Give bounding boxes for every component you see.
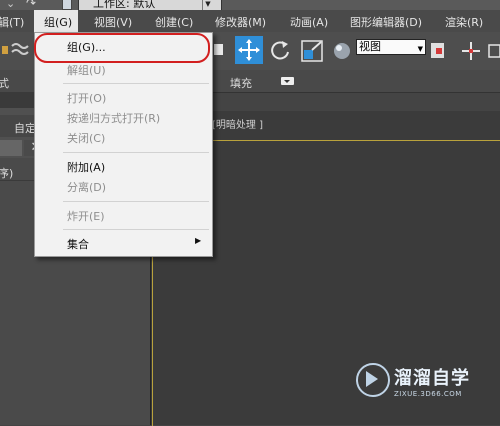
menu-item-detach[interactable]: 分离(D) (67, 179, 106, 195)
menu-create[interactable]: 创建(C) (155, 14, 193, 30)
rotate-icon[interactable] (268, 38, 292, 62)
workspace-selector[interactable]: 工作区: 默认 (78, 0, 222, 10)
menu-rendering[interactable]: 渲染(R) (445, 14, 483, 30)
menu-separator (63, 201, 209, 202)
menu-separator (63, 83, 209, 84)
select-object-icon[interactable] (212, 38, 226, 58)
menu-item-open-recursive[interactable]: 按递归方式打开(R) (67, 110, 160, 126)
undo-icon[interactable]: ⌄ (6, 0, 15, 10)
list-header-sort[interactable]: 序) (0, 165, 13, 181)
group-menu-dropdown: 组(G)... 解组(U) 打开(O) 按递归方式打开(R) 关闭(C) 附加(… (34, 32, 213, 257)
menu-graph-editors[interactable]: 图形编辑器(D) (350, 14, 422, 30)
ribbon-tab-modeling[interactable]: 式 (0, 75, 9, 91)
watermark-url: ZIXUE.3D66.COM (394, 390, 462, 398)
chevron-down-icon[interactable]: ▼ (418, 42, 423, 56)
play-icon (366, 371, 378, 387)
redo-icon[interactable]: ↷ (26, 0, 36, 10)
menu-group[interactable]: 组(G) (34, 10, 78, 32)
menu-view[interactable]: 视图(V) (94, 14, 132, 30)
menu-item-open[interactable]: 打开(O) (67, 90, 106, 106)
chevron-down-icon[interactable]: ▼ (202, 0, 213, 10)
menu-item-close[interactable]: 关闭(C) (67, 130, 105, 146)
reference-coordinate-select[interactable]: 视图 ▼ (356, 39, 426, 55)
pivot-icon[interactable] (428, 40, 450, 62)
file-icon[interactable] (62, 0, 72, 10)
watermark-title: 溜溜自学 (394, 368, 470, 389)
link-icon[interactable] (0, 40, 30, 60)
reference-coordinate-value: 视图 (359, 40, 381, 53)
menu-modifiers[interactable]: 修改器(M) (215, 14, 266, 30)
place-icon[interactable] (330, 38, 354, 64)
menu-separator (63, 229, 209, 230)
keyboard-shortcut-icon[interactable] (486, 40, 500, 62)
menu-item-ungroup[interactable]: 解组(U) (67, 62, 106, 78)
ribbon-options-icon[interactable] (280, 76, 296, 86)
menu-group-label: 组(G) (44, 16, 73, 29)
menu-item-explode[interactable]: 炸开(E) (67, 208, 105, 224)
name-field[interactable] (0, 140, 22, 156)
quick-access-toolbar: ⌄ ↷ 工作区: 默认 ▼ (0, 0, 500, 10)
ribbon-tab-fill[interactable]: 填充 (230, 75, 252, 91)
menu-separator (63, 152, 209, 153)
menu-edit[interactable]: 辑(T) (0, 14, 24, 30)
submenu-arrow-icon: ▶ (195, 236, 202, 245)
menu-item-assembly[interactable]: 集合 (67, 236, 89, 252)
highlight-annotation (34, 33, 210, 63)
viewport-shading-label[interactable]: [明暗处理 ] (212, 116, 263, 131)
move-icon[interactable] (235, 36, 263, 64)
menu-animation[interactable]: 动画(A) (290, 14, 328, 30)
scale-icon[interactable] (300, 38, 326, 64)
menu-item-attach[interactable]: 附加(A) (67, 159, 105, 175)
select-manipulate-icon[interactable] (460, 40, 482, 62)
customize-label: 自定 (14, 122, 36, 135)
